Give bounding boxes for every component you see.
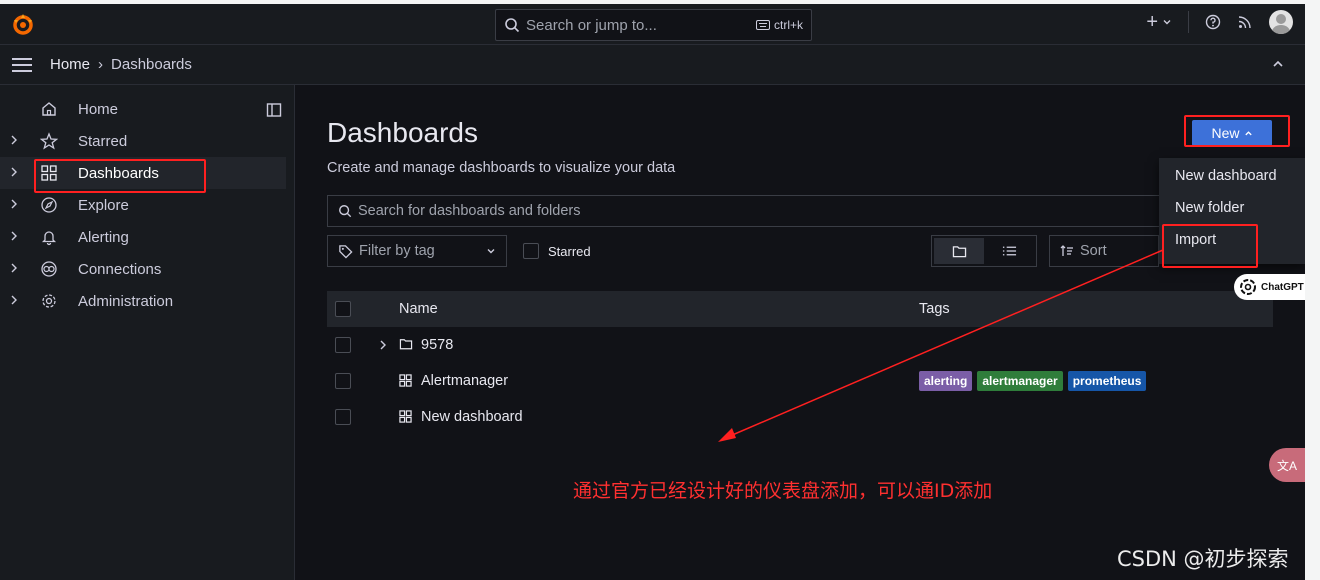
watermark: CSDN @初步探索 — [1117, 547, 1289, 571]
chatgpt-badge-label: ChatGPT — [1261, 281, 1304, 293]
annotation-note: 通过官方已经设计好的仪表盘添加，可以通ID添加 — [573, 480, 993, 502]
chatgpt-badge[interactable]: ChatGPT — [1234, 274, 1305, 300]
chatgpt-logo-icon — [1240, 279, 1256, 295]
translate-badge[interactable]: 文A — [1269, 448, 1305, 482]
